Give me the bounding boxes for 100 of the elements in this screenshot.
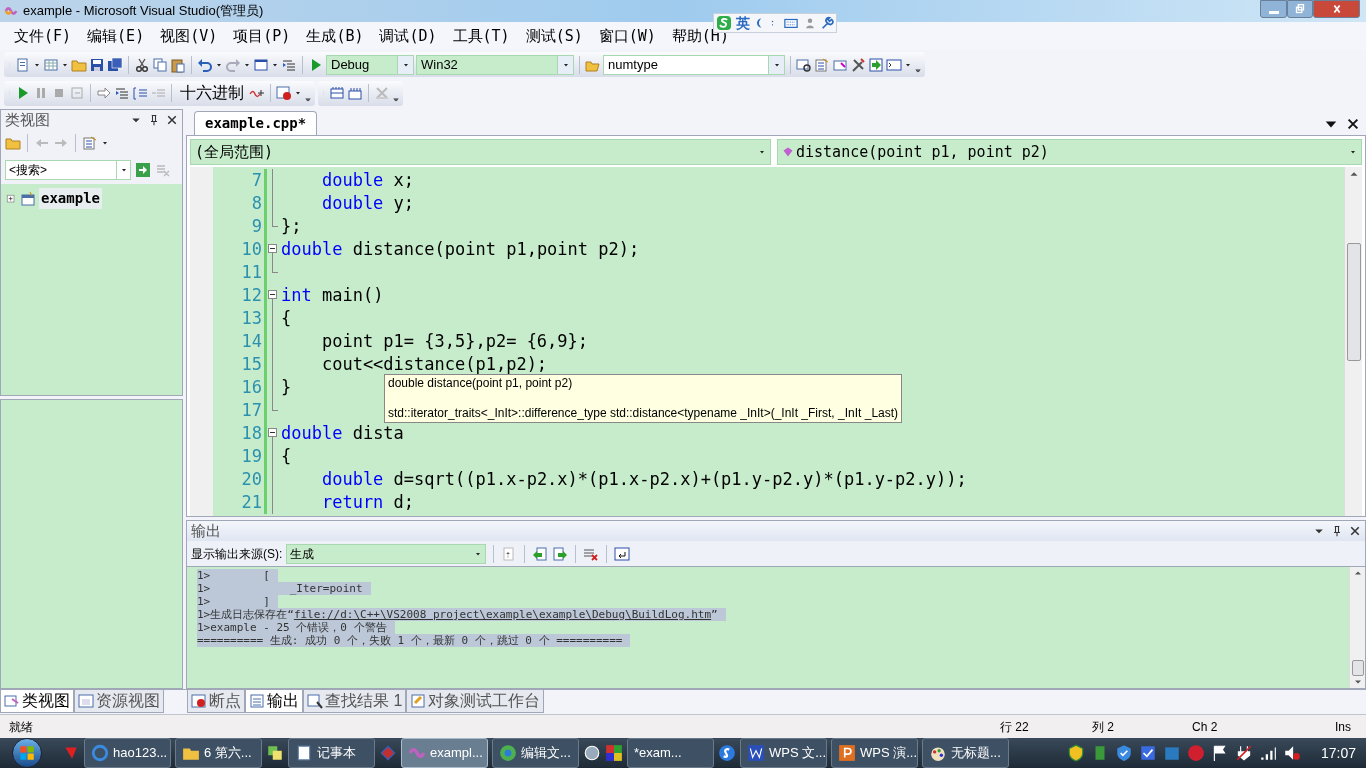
command-window-icon[interactable] <box>886 56 902 73</box>
close-button[interactable] <box>1313 0 1360 18</box>
save-icon[interactable] <box>89 56 105 73</box>
panel-tab[interactable]: 查找结果 1 <box>303 690 407 713</box>
four-squares-icon[interactable] <box>605 744 623 762</box>
disabled-tool-icon <box>374 85 390 101</box>
step-icon[interactable] <box>114 85 130 101</box>
code-line: double dista <box>281 421 404 445</box>
hex-toggle-button[interactable]: 十六进制 <box>177 81 247 105</box>
menu-item[interactable]: 工具(T) <box>444 24 518 47</box>
w-logo-icon <box>747 744 765 762</box>
overlapping-squares-icon[interactable] <box>266 744 284 762</box>
close-icon[interactable] <box>166 114 178 126</box>
minimize-button[interactable] <box>1260 0 1287 18</box>
close-icon[interactable] <box>1346 117 1360 131</box>
panel-tab[interactable]: 类视图 <box>0 690 74 713</box>
restore-button[interactable] <box>1287 0 1313 18</box>
line-number: 14 <box>240 329 263 353</box>
arrow-into-box-icon[interactable] <box>868 56 884 73</box>
close-icon[interactable] <box>1349 525 1361 537</box>
taskbar-button[interactable]: 6 第六... <box>175 738 262 768</box>
menu-item[interactable]: 视图(V) <box>152 24 226 47</box>
plug-icon[interactable] <box>1234 744 1253 762</box>
shield-check-icon[interactable] <box>1114 744 1133 762</box>
scroll-thumb[interactable] <box>1351 660 1364 676</box>
taskbar-button[interactable]: 编辑文... <box>492 738 579 768</box>
menu-item[interactable]: 调试(D) <box>371 24 445 47</box>
paste-icon[interactable] <box>170 56 186 73</box>
restart-icon[interactable] <box>69 85 85 101</box>
taskbar-button[interactable]: hao123... <box>84 738 171 768</box>
diamond-icon[interactable] <box>379 744 397 762</box>
pin-icon[interactable] <box>1331 525 1343 537</box>
collapse-icon[interactable] <box>268 244 277 253</box>
save-all-icon[interactable] <box>107 56 123 73</box>
taskbar-button[interactable]: *exam... <box>627 738 714 768</box>
panel-tab[interactable]: 对象测试工作台 <box>406 690 545 713</box>
menu-item[interactable]: 项目(P) <box>225 24 299 47</box>
file-tab[interactable]: example.cpp* <box>194 111 318 135</box>
scope-dropdown[interactable]: (全局范围) <box>190 139 771 165</box>
class-icon[interactable] <box>4 693 20 709</box>
menu-item[interactable]: 编辑(E) <box>79 24 153 47</box>
clock[interactable]: 17:07 <box>1320 742 1356 764</box>
panel-tab[interactable]: 断点 <box>187 690 245 713</box>
scroll-thumb[interactable] <box>1346 243 1361 361</box>
memory-icon[interactable] <box>329 85 345 101</box>
code-line: }; <box>281 214 302 238</box>
taskbar-button[interactable]: WPS 演... <box>831 738 918 768</box>
check-icon[interactable] <box>1138 744 1157 762</box>
speaker-muted-icon[interactable] <box>1282 744 1301 762</box>
search-field[interactable]: <搜索> <box>5 160 117 180</box>
step-into-icon[interactable] <box>132 85 148 101</box>
wrench-icon[interactable] <box>820 16 834 30</box>
new-file-icon[interactable] <box>15 56 31 73</box>
collapse-icon[interactable] <box>268 428 277 437</box>
scissors-icon[interactable] <box>134 56 150 73</box>
memory-icon[interactable] <box>347 85 363 101</box>
input-mode-toggle[interactable]: 英 <box>736 16 750 30</box>
start-button[interactable] <box>12 738 42 768</box>
menu-item[interactable]: 测试(S) <box>517 24 591 47</box>
breakpoint-window-icon[interactable] <box>276 85 292 101</box>
panel-tab[interactable]: 资源视图 <box>74 690 164 713</box>
signal-icon[interactable] <box>1258 744 1277 762</box>
taskbar-button[interactable]: exampl... <box>401 738 488 768</box>
file-link[interactable]: file://d:\C++\VS2008 project\example\example\Debug\BuildLog.htm <box>293 608 712 621</box>
person-icon[interactable] <box>804 16 816 30</box>
member-dropdown[interactable]: distance(point p1, point p2) <box>777 139 1362 165</box>
find-window-icon[interactable] <box>796 56 812 73</box>
method-icon <box>782 146 794 158</box>
s-logo-icon[interactable] <box>718 744 736 762</box>
previous-message-icon[interactable] <box>532 545 549 562</box>
vertical-scrollbar[interactable] <box>1349 567 1365 688</box>
collapse-icon[interactable] <box>268 290 277 299</box>
round-logo-icon[interactable] <box>1186 744 1205 762</box>
configuration-dropdown[interactable]: Debug <box>326 54 414 75</box>
line-number: 10 <box>240 237 263 261</box>
shield-icon[interactable] <box>1066 744 1085 762</box>
word-wrap-icon[interactable] <box>614 545 631 562</box>
vertical-scrollbar[interactable] <box>1344 167 1362 516</box>
menu-item[interactable]: 生成(B) <box>298 24 372 47</box>
taskbar-button[interactable]: 无标题... <box>922 738 1009 768</box>
output-source-dropdown[interactable]: 生成 <box>286 543 487 564</box>
taskbar-button[interactable]: WPS 文... <box>740 738 827 768</box>
menu-item[interactable]: 窗口(W) <box>590 24 664 47</box>
platform-dropdown[interactable]: Win32 <box>416 54 574 75</box>
next-message-icon[interactable] <box>552 545 569 562</box>
find-field[interactable]: numtype <box>603 54 785 75</box>
taskbar-button[interactable]: 记事本 <box>288 738 375 768</box>
arrow-right-icon[interactable] <box>96 85 112 101</box>
pin-icon[interactable] <box>148 114 160 126</box>
tools-icon[interactable] <box>850 56 866 73</box>
find-results-icon[interactable] <box>307 693 323 709</box>
window-icon[interactable] <box>253 56 269 73</box>
breakpoint-icon[interactable] <box>191 693 207 709</box>
menu-item[interactable]: 文件(F) <box>6 24 80 47</box>
keyboard-icon[interactable] <box>782 16 800 30</box>
expand-icon[interactable] <box>5 192 17 205</box>
panel-tab[interactable]: 输出 <box>245 690 303 713</box>
compass-icon[interactable] <box>583 744 601 762</box>
line-number: 18 <box>240 421 263 445</box>
tree-item[interactable]: example <box>39 188 102 209</box>
